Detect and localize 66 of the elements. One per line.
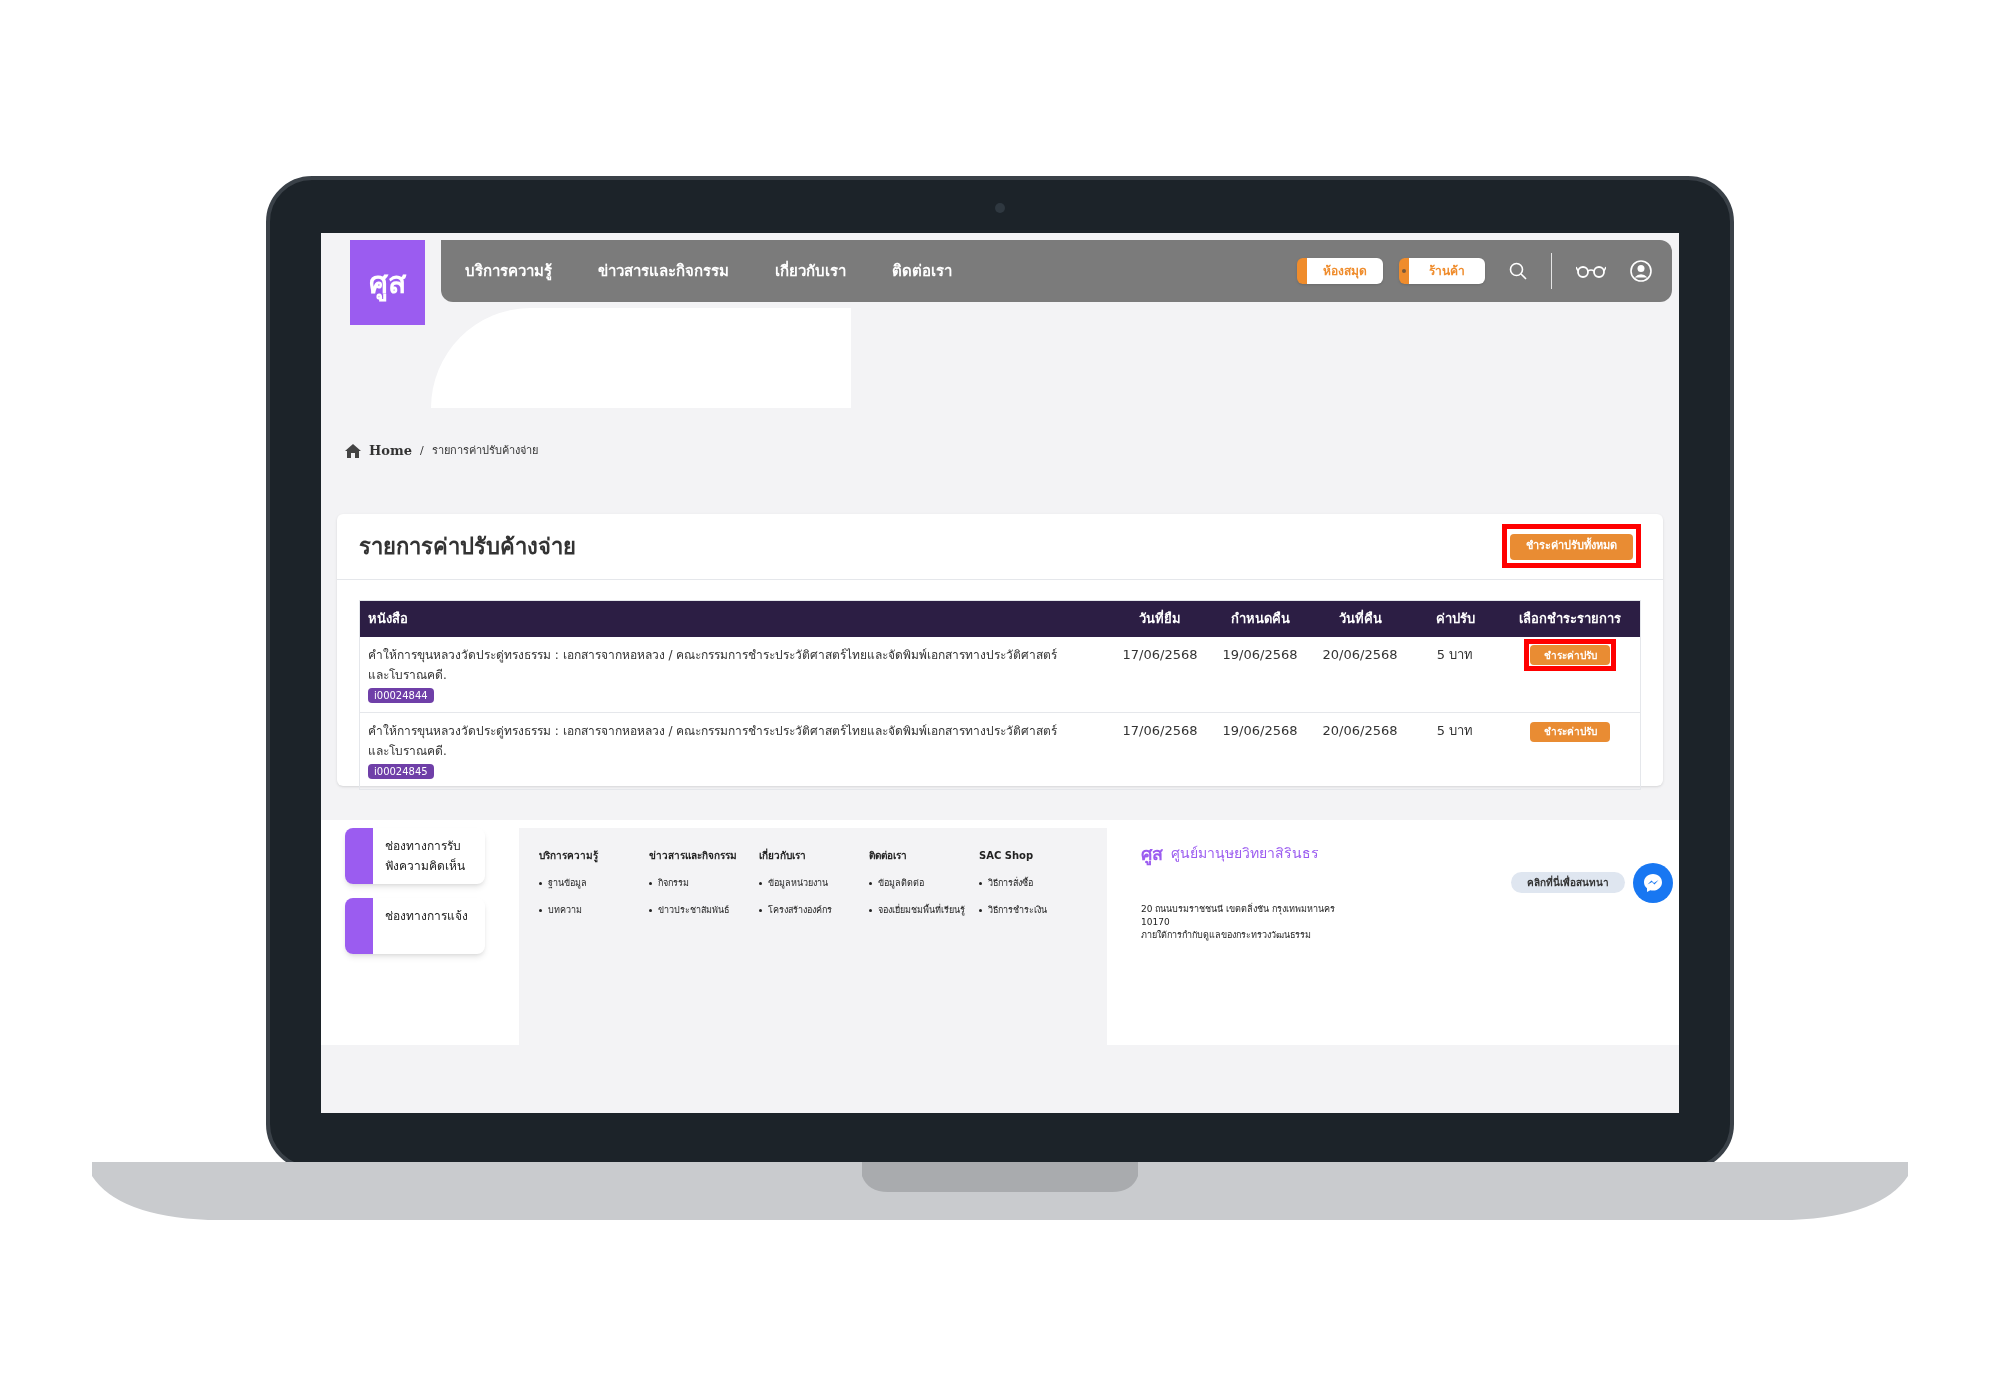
logo[interactable]: ศูส [350,240,425,325]
book-title[interactable]: คำให้การขุนหลวงวัดประดู่ทรงธรรม : เอกสารจากหอหลวง / คณะกรรมการชำระประวัติศาสตร์ไทยและจัดพิมพ์เอกสารทางประวัติศาสตร์และโบราณคดี. [368,644,1070,685]
table-cell: 17/06/2568 [1122,646,1198,662]
column-header: เลือกชำระรายการ [1519,610,1621,626]
column-header: หนังสือ [368,610,408,626]
bullet-icon [539,881,542,885]
search-icon[interactable] [1509,262,1527,280]
table-cell: 20/06/2568 [1322,646,1398,662]
org-name: ศูนย์มานุษยวิทยาสิรินธร [1171,843,1319,864]
breadcrumb-current: รายการค่าปรับค้างจ่าย [431,442,538,459]
nav-link[interactable]: ข่าวสารและกิจกรรม [598,259,729,283]
footer-heading: SAC Shop [979,848,1035,863]
table-cell: 5 บาท [1436,723,1474,738]
column-header: กำหนดคืน [1230,610,1290,626]
chat-prompt[interactable]: คลิกที่นี่เพื่อสนทนา [1511,872,1625,893]
bullet-icon [869,909,872,913]
column-header: วันที่คืน [1338,610,1382,626]
footer-link[interactable]: จองเยี่ยมชมพื้นที่เรียนรู้ [878,904,965,918]
org-logo: ศูส [1141,841,1163,867]
breadcrumb-link[interactable]: Home [369,441,412,461]
footer-link[interactable]: วิธีการสั่งซื้อ [988,876,1033,890]
table-cell: 5 บาท [1436,646,1474,662]
breadcrumb-separator: / [420,442,424,459]
bullet-icon [979,909,982,913]
footer-link[interactable]: กิจกรรม [658,876,689,890]
nav-link[interactable]: ติดต่อเรา [892,259,952,283]
footer-link[interactable]: บทความ [548,904,582,918]
table-cell: 19/06/2568 [1222,646,1298,662]
feedback-card[interactable]: ช่องทางการแจ้ง [345,897,485,954]
column-header: วันที่ยืม [1139,610,1181,626]
bullet-icon [759,909,762,913]
barcode-tag: i00024845 [368,764,434,779]
table-cell: 17/06/2568 [1122,723,1198,738]
bullet-icon [649,881,652,885]
user-icon[interactable] [1630,260,1652,282]
footer-link[interactable]: ข่าวประชาสัมพันธ์ [658,904,729,918]
footer-heading: ติดต่อเรา [869,848,908,863]
bullet-icon [759,881,762,885]
glasses-icon[interactable] [1576,264,1606,278]
nav-link[interactable]: เกี่ยวกับเรา [775,259,846,283]
table-cell: 19/06/2568 [1222,723,1298,738]
footer-heading: เกี่ยวกับเรา [759,847,807,863]
bullet-icon [649,909,652,913]
footer-link[interactable]: ข้อมูลติดต่อ [878,876,924,890]
home-icon[interactable] [345,443,361,458]
address-line: ภายใต้การกำกับดูแลของกระทรวงวัฒนธรรม [1141,928,1312,942]
chat-button[interactable] [1633,862,1673,903]
book-title[interactable]: คำให้การขุนหลวงวัดประดู่ทรงธรรม : เอกสารจากหอหลวง / คณะกรรมการชำระประวัติศาสตร์ไทยและจัดพิมพ์เอกสารทางประวัติศาสตร์และโบราณคดี. [368,721,1070,761]
address-line: 20 ถนนบรมราชชนนี เขตตลิ่งชัน กรุงเทพมหานคร [1141,902,1337,916]
address-line: 10170 [1141,915,1171,929]
nav-link[interactable]: บริการความรู้ [465,259,552,283]
footer-link[interactable]: ข้อมูลหน่วยงาน [768,876,828,890]
footer-heading: ข่าวสารและกิจกรรม [649,848,738,863]
bullet-icon [979,881,982,885]
footer-link[interactable]: ฐานข้อมูล [548,876,587,890]
barcode-tag: i00024844 [368,687,434,703]
footer-heading: บริการความรู้ [539,848,599,863]
footer-link[interactable]: วิธีการชำระเงิน [988,904,1047,918]
bullet-icon [539,909,542,913]
chat-bubble-icon [1643,872,1663,893]
column-header: ค่าปรับ [1435,610,1475,626]
feedback-card[interactable]: ช่องทางการรับฟังความคิดเห็น [345,827,485,884]
table-cell: 20/06/2568 [1322,723,1398,738]
card-title: รายการค่าปรับค้างจ่าย [359,532,576,561]
footer-link[interactable]: โครงสร้างองค์กร [768,904,832,918]
bullet-icon [869,881,872,885]
